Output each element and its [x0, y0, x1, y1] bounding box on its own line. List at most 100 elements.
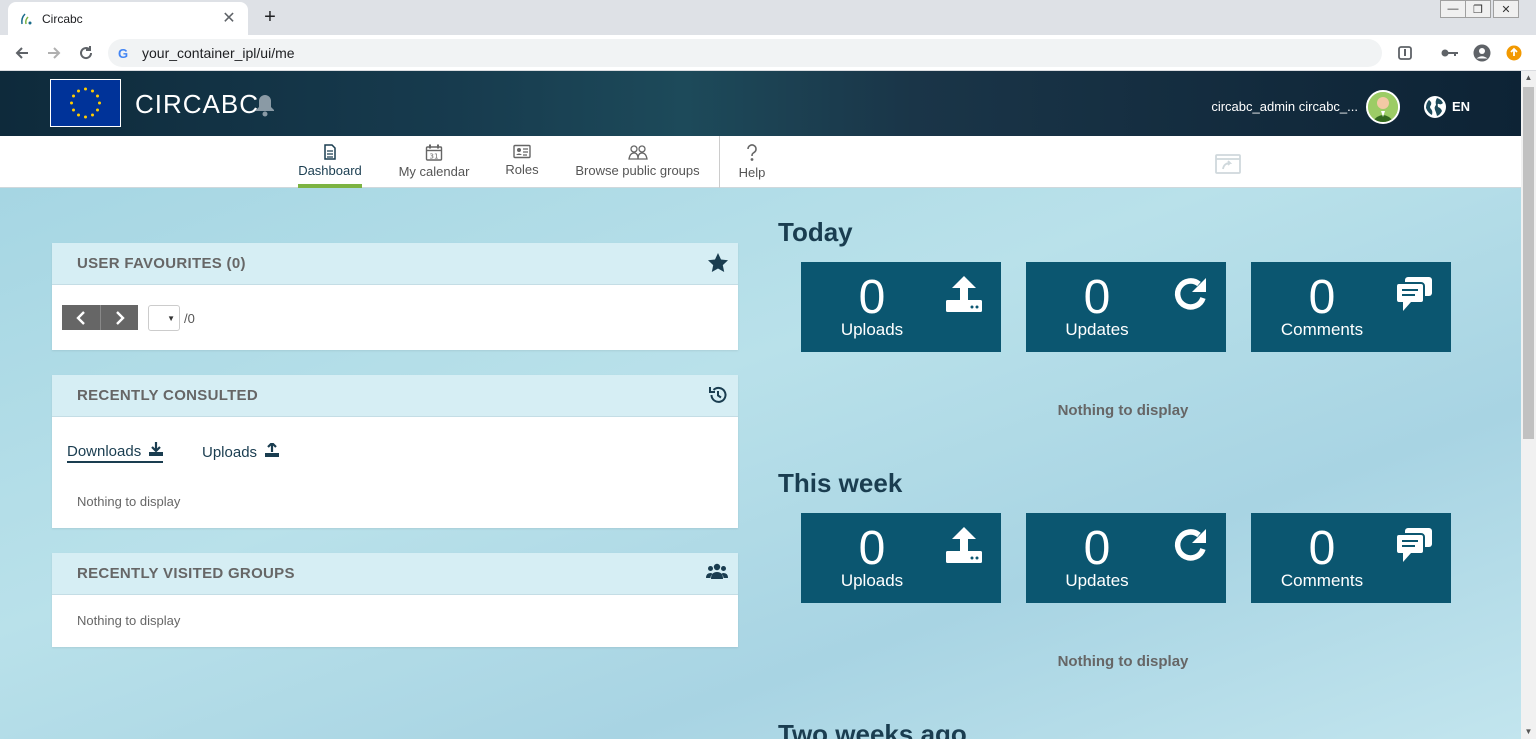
window-close-icon[interactable]: ✕	[1493, 0, 1519, 18]
upload-icon	[265, 441, 280, 461]
recently-visited-groups-panel: RECENTLY VISITED GROUPS Nothing to displ…	[52, 553, 738, 647]
browser-toolbar: G your_container_ipl/ui/me	[0, 35, 1536, 71]
profile-icon[interactable]	[1472, 43, 1492, 63]
bell-icon[interactable]	[254, 93, 276, 122]
nav-browse-groups[interactable]: Browse public groups	[574, 136, 701, 188]
calendar-icon: 31	[425, 144, 443, 161]
page-total: /0	[184, 311, 195, 326]
today-comments-count: 0	[1308, 271, 1336, 324]
chevron-left-icon	[76, 310, 85, 325]
next-page-button[interactable]	[100, 305, 138, 330]
week-title: This week	[778, 468, 903, 498]
google-icon: G	[118, 45, 129, 61]
key-icon[interactable]	[1440, 43, 1460, 63]
week-updates-label: Updates	[1065, 571, 1129, 590]
page-scrollbar[interactable]: ▲ ▼	[1521, 71, 1536, 739]
restore-icon[interactable]: ❐	[1465, 0, 1491, 18]
comments-icon	[1395, 527, 1433, 568]
back-arrow-icon[interactable]	[10, 41, 34, 65]
uploads-tab-label: Uploads	[202, 443, 258, 461]
today-uploads-label: Uploads	[840, 320, 904, 339]
calendar-day-number: 31	[430, 153, 439, 161]
nav-roles[interactable]: Roles	[505, 136, 539, 188]
user-favourites-title: USER FAVOURITES (0)	[77, 255, 246, 272]
recently-consulted-body: Downloads Uploads Nothing to display	[52, 417, 738, 528]
recently-consulted-title: RECENTLY CONSULTED	[77, 387, 258, 404]
downloads-tab-label: Downloads	[67, 442, 142, 460]
chevron-right-icon	[115, 310, 125, 325]
extension-shield-icon[interactable]	[1395, 43, 1415, 63]
scroll-down-icon[interactable]: ▼	[1521, 725, 1536, 739]
today-empty: Nothing to display	[1057, 402, 1189, 419]
nav-separator	[719, 136, 720, 188]
update-icon[interactable]	[1504, 43, 1524, 63]
nav-calendar[interactable]: 31 My calendar	[398, 136, 470, 188]
nav-dashboard[interactable]: Dashboard	[298, 136, 362, 188]
favourites-pager: ▼ /0	[52, 285, 738, 350]
nav-roles-label: Roles	[505, 162, 539, 177]
reload-icon[interactable]	[74, 41, 98, 65]
recently-consulted-panel: RECENTLY CONSULTED Downloads Uploads Not…	[52, 375, 738, 528]
recently-consulted-empty: Nothing to display	[77, 494, 181, 509]
download-icon	[149, 442, 164, 460]
nav-calendar-label: My calendar	[398, 164, 470, 179]
tab-close-icon[interactable]: ✕	[220, 10, 238, 28]
new-tab-button[interactable]: +	[258, 6, 282, 30]
app-header: CIRCABC circabc_admin circabc_... EN	[0, 71, 1521, 136]
user-avatar[interactable]	[1366, 90, 1400, 124]
address-url: your_container_ipl/ui/me	[142, 45, 295, 61]
id-card-icon	[513, 144, 531, 159]
today-updates-label: Updates	[1065, 320, 1129, 339]
downloads-tab[interactable]: Downloads	[67, 441, 164, 463]
help-icon	[747, 144, 757, 161]
address-bar[interactable]: G your_container_ipl/ui/me	[108, 39, 1382, 67]
week-uploads-label: Uploads	[840, 571, 904, 590]
user-favourites-panel: USER FAVOURITES (0) ▼ /0	[52, 243, 738, 350]
scroll-up-icon[interactable]: ▲	[1521, 71, 1536, 85]
week-comments-label: Comments	[1280, 571, 1364, 590]
star-icon	[708, 253, 728, 277]
previous-page-button[interactable]	[62, 305, 100, 330]
week-comments-card[interactable]: 0 Comments	[1251, 513, 1451, 603]
uploads-tab[interactable]: Uploads	[202, 441, 280, 463]
username[interactable]: circabc_admin circabc_...	[1130, 99, 1358, 114]
today-updates-card[interactable]: 0 Updates	[1026, 262, 1226, 352]
week-updates-count: 0	[1083, 522, 1111, 575]
today-uploads-count: 0	[858, 271, 886, 324]
week-uploads-card[interactable]: 0 Uploads	[801, 513, 1001, 603]
nav-help-label: Help	[738, 165, 766, 180]
week-empty: Nothing to display	[1057, 653, 1189, 670]
circabc-favicon-icon	[18, 11, 34, 27]
app-title[interactable]: CIRCABC	[135, 89, 259, 120]
today-uploads-card[interactable]: 0 Uploads	[801, 262, 1001, 352]
nav-help[interactable]: Help	[737, 136, 767, 188]
minimize-icon[interactable]: —	[1440, 0, 1466, 18]
week-updates-card[interactable]: 0 Updates	[1026, 513, 1226, 603]
week-uploads-count: 0	[858, 522, 886, 575]
browser-tab-bar: Circabc ✕ + — ❐ ✕	[0, 0, 1536, 35]
comments-icon	[1395, 276, 1433, 317]
pager-buttons	[62, 305, 138, 330]
dashboard-content: USER FAVOURITES (0) ▼ /0 RECENTLY CONSUL…	[0, 188, 1521, 739]
recently-visited-groups-header: RECENTLY VISITED GROUPS	[52, 553, 738, 595]
scroll-thumb[interactable]	[1523, 87, 1534, 439]
browser-tab[interactable]: Circabc ✕	[8, 2, 248, 35]
language-selector[interactable]: EN	[1452, 99, 1470, 114]
today-title: Today	[778, 217, 853, 247]
refresh-icon	[1172, 527, 1208, 568]
user-favourites-header: USER FAVOURITES (0)	[52, 243, 738, 285]
recently-consulted-header: RECENTLY CONSULTED	[52, 375, 738, 417]
document-icon	[324, 144, 336, 160]
forward-arrow-icon[interactable]	[42, 41, 66, 65]
groups-icon	[627, 145, 648, 160]
eu-flag-logo[interactable]	[50, 79, 121, 127]
globe-icon[interactable]	[1423, 95, 1447, 124]
browser-tab-title: Circabc	[42, 11, 83, 26]
today-comments-card[interactable]: 0 Comments	[1251, 262, 1451, 352]
today-comments-label: Comments	[1280, 320, 1364, 339]
page-select[interactable]: ▼	[148, 305, 180, 331]
recently-visited-groups-empty: Nothing to display	[77, 613, 181, 628]
two-weeks-title: Two weeks ago	[778, 719, 967, 739]
share-screen-icon[interactable]	[1215, 152, 1241, 181]
week-comments-count: 0	[1308, 522, 1336, 575]
